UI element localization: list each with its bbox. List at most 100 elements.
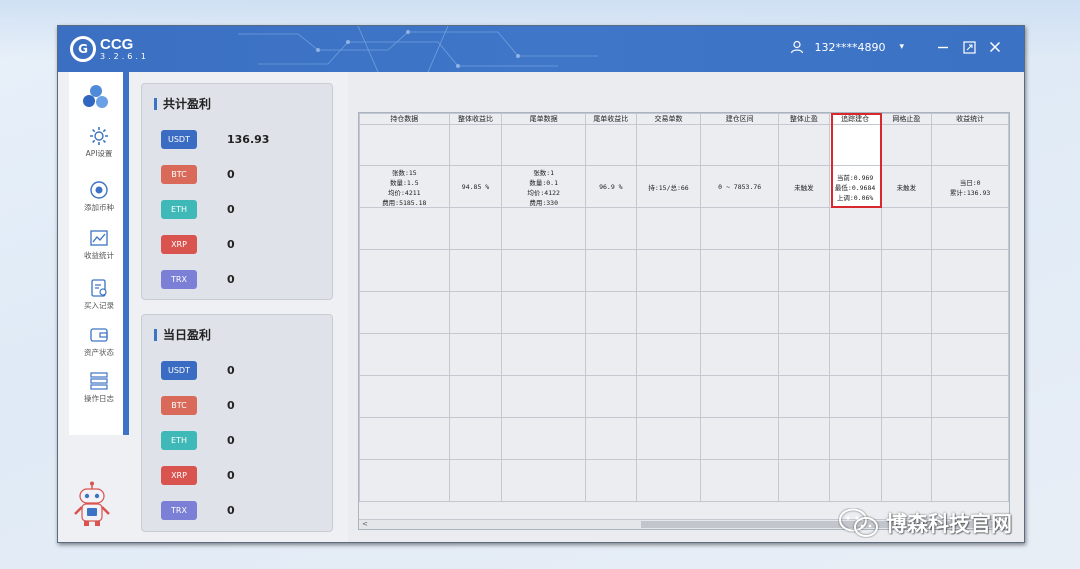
sidebar-item-add-coin[interactable]: 添加币种 [69,180,129,213]
sidebar-item-label: 买入记录 [84,301,114,310]
position-data-cell: 张数:15 数量:1.5 均价:4211 费用:5185.18 [359,165,450,208]
table-row [359,291,1009,334]
coin-value: 0 [227,273,235,286]
coin-badge: ETH [161,200,197,219]
add-coin-icon [90,181,108,199]
column-header[interactable]: 收益统计 [931,113,1009,125]
sidebar-item-label: 操作日志 [84,394,114,403]
cell-line: 数量:1.5 [389,178,419,187]
sidebar-item-label: API设置 [85,149,113,158]
daily-profit-panel: 当日盈利 USDT 0 BTC 0 ETH 0 XRP 0 TRX 0 [141,314,333,532]
coin-value: 0 [227,364,235,377]
column-header[interactable]: 整体收益比 [448,113,503,125]
chevron-down-icon[interactable]: ▾ [899,42,904,52]
brand-icon [83,85,108,108]
sidebar-item-api-settings[interactable]: API设置 [69,126,129,159]
coin-badge: BTC [161,165,197,184]
stats-cell: 当日:0 累计:136.93 [931,165,1009,208]
coin-badge: USDT [161,361,197,380]
app-name: CCG [100,35,134,53]
tail-ratio-cell: 96.9 % [584,165,637,208]
sidebar-item-asset-status[interactable]: 资产状态 [69,325,129,358]
table-row [359,207,1009,250]
cell-line: 累计:136.93 [949,188,991,197]
column-header[interactable]: 网格止盈 [880,113,933,125]
coin-row: BTC 0 [161,396,235,415]
column-header[interactable]: 建仓区间 [700,113,779,125]
sidebar-item-label: 资产状态 [84,348,114,357]
watermark-text: 博森科技官网 [886,512,1012,536]
coin-badge: BTC [161,396,197,415]
sidebar-item-label: 添加币种 [84,203,114,212]
log-icon [90,372,108,390]
cell-line: 均价:4122 [527,188,560,197]
circuit-decoration [238,26,598,72]
coin-badge: USDT [161,130,197,149]
coin-row: BTC 0 [161,165,235,184]
buy-record-icon [91,279,107,297]
overall-ratio-cell: 94.85 % [448,165,503,208]
coin-row: XRP 0 [161,235,235,254]
cell-line: 当前:0.969 [836,173,874,182]
overall-tp-cell: 未触发 [778,165,830,208]
coin-row: XRP 0 [161,466,235,485]
sidebar-item-operation-log[interactable]: 操作日志 [69,371,129,404]
range-cell: 0 ~ 7853.76 [700,165,779,208]
column-header[interactable]: 交易单数 [635,113,702,125]
coin-badge: TRX [161,270,197,289]
column-header[interactable]: 持仓数据 [359,113,450,125]
daily-profit-title: 当日盈利 [154,329,211,341]
column-header[interactable]: 整体止盈 [778,113,830,125]
total-profit-title: 共计盈利 [154,98,211,110]
logo-icon: G [70,36,96,62]
user-icon[interactable] [790,40,804,54]
coin-row: ETH 0 [161,431,235,450]
robot-mascot-icon [74,481,110,526]
cell-line: 张数:15 [391,168,417,177]
sidebar: API设置 添加币种 收益统计 买入记录 资产状态 操作日志 [69,72,129,435]
coin-value: 0 [227,399,235,412]
app-window: G CCG 3.2.6.1 132****4890 ▾ API设置 添加币种 收… [57,25,1025,543]
app-logo: G CCG 3.2.6.1 [70,36,149,62]
scroll-left-icon[interactable]: < [362,520,368,528]
watermark: 博森科技官网 [838,508,1012,538]
tail-data-cell: 张数:1 数量:0.1 均价:4122 费用:330 [501,165,586,208]
positions-table: 持仓数据 整体收益比 尾单数据 尾单收益比 交易单数 建仓区间 整体止盈 追踪建… [358,112,1010,530]
cell-line: 费用:5185.18 [382,198,427,207]
main-content: 持仓数据 整体收益比 尾单数据 尾单收益比 交易单数 建仓区间 整体止盈 追踪建… [348,72,1024,542]
close-icon[interactable] [988,40,1002,54]
minimize-icon[interactable] [936,40,950,54]
coin-row: USDT 136.93 [161,130,269,149]
coin-badge: XRP [161,466,197,485]
sidebar-item-buy-records[interactable]: 买入记录 [69,278,129,311]
coin-row: USDT 0 [161,361,235,380]
table-row [359,333,1009,376]
cell-line: 费用:330 [529,198,558,207]
positions-grid: 持仓数据 整体收益比 尾单数据 尾单收益比 交易单数 建仓区间 整体止盈 追踪建… [359,113,1009,502]
table-row [359,417,1009,460]
column-header[interactable]: 尾单收益比 [584,113,637,125]
cell-line: 当日:0 [959,178,981,187]
table-row[interactable]: 张数:15 数量:1.5 均价:4211 费用:5185.18 94.85 % … [359,165,1009,208]
coin-value: 0 [227,469,235,482]
gear-icon [90,127,108,145]
coin-row: ETH 0 [161,200,235,219]
cell-line: 均价:4211 [388,188,421,197]
total-profit-panel: 共计盈利 USDT 136.93 BTC 0 ETH 0 XRP 0 TRX 0 [141,83,333,300]
cell-line: 张数:1 [533,168,555,177]
cell-line: 上调:0.06% [836,193,874,202]
sidebar-item-profit-stats[interactable]: 收益统计 [69,228,129,261]
cell-line: 最低:0.9684 [834,183,876,192]
maximize-icon[interactable] [962,40,976,54]
coin-badge: ETH [161,431,197,450]
column-header[interactable]: 追踪建仓 [828,113,882,125]
table-row [359,375,1009,418]
column-header[interactable]: 尾单数据 [501,113,586,125]
coin-value: 0 [227,238,235,251]
trailing-cell: 当前:0.969 最低:0.9684 上调:0.06% [828,165,882,208]
username[interactable]: 132****4890 [814,41,885,54]
coin-row: TRX 0 [161,501,235,520]
cell-line: 数量:0.1 [529,178,558,187]
coin-value: 0 [227,168,235,181]
app-version: 3.2.6.1 [100,51,149,61]
